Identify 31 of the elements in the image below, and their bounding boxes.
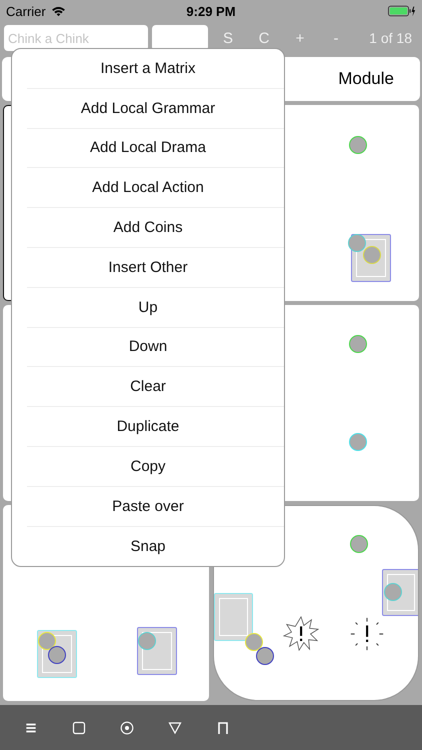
square-icon[interactable] — [72, 720, 86, 734]
battery-icon — [388, 5, 416, 17]
menu-item[interactable]: Add Coins — [27, 208, 284, 248]
starburst-icon[interactable] — [282, 615, 320, 653]
search-field[interactable]: Chink a Chink — [4, 25, 148, 51]
menu-item[interactable]: Copy — [27, 446, 284, 487]
arch-icon[interactable] — [216, 720, 230, 734]
menu-item[interactable]: Add Local Drama — [27, 128, 284, 168]
circle-marker[interactable] — [349, 136, 367, 154]
circle-marker[interactable] — [349, 335, 367, 353]
menu-item[interactable]: Down — [27, 328, 284, 368]
triangle-icon[interactable] — [168, 720, 182, 734]
menu-item[interactable]: Snap — [27, 526, 284, 566]
target-icon[interactable] — [120, 720, 134, 734]
menu-item[interactable]: Up — [27, 288, 284, 328]
circle-marker[interactable] — [350, 535, 368, 553]
circle-marker[interactable] — [348, 234, 366, 252]
circle-marker[interactable] — [256, 647, 274, 665]
status-time: 9:29 PM — [186, 4, 236, 18]
menu-item[interactable]: Insert Other — [27, 248, 284, 288]
menu-item[interactable]: Add Local Grammar — [27, 88, 284, 129]
menu-item[interactable]: Clear — [27, 367, 284, 408]
menu-icon[interactable] — [24, 720, 38, 734]
wifi-icon — [50, 6, 66, 16]
page-indicator: 1 of 18 — [369, 30, 412, 46]
sparkle-icon[interactable] — [348, 615, 386, 653]
menu-item[interactable]: Paste over — [27, 486, 284, 527]
menu-item[interactable]: Duplicate — [27, 407, 284, 447]
menu-item[interactable]: Insert a Matrix — [27, 49, 284, 89]
menu-item[interactable]: Add Local Action — [27, 168, 284, 208]
carrier-name: Carrier — [6, 4, 46, 18]
